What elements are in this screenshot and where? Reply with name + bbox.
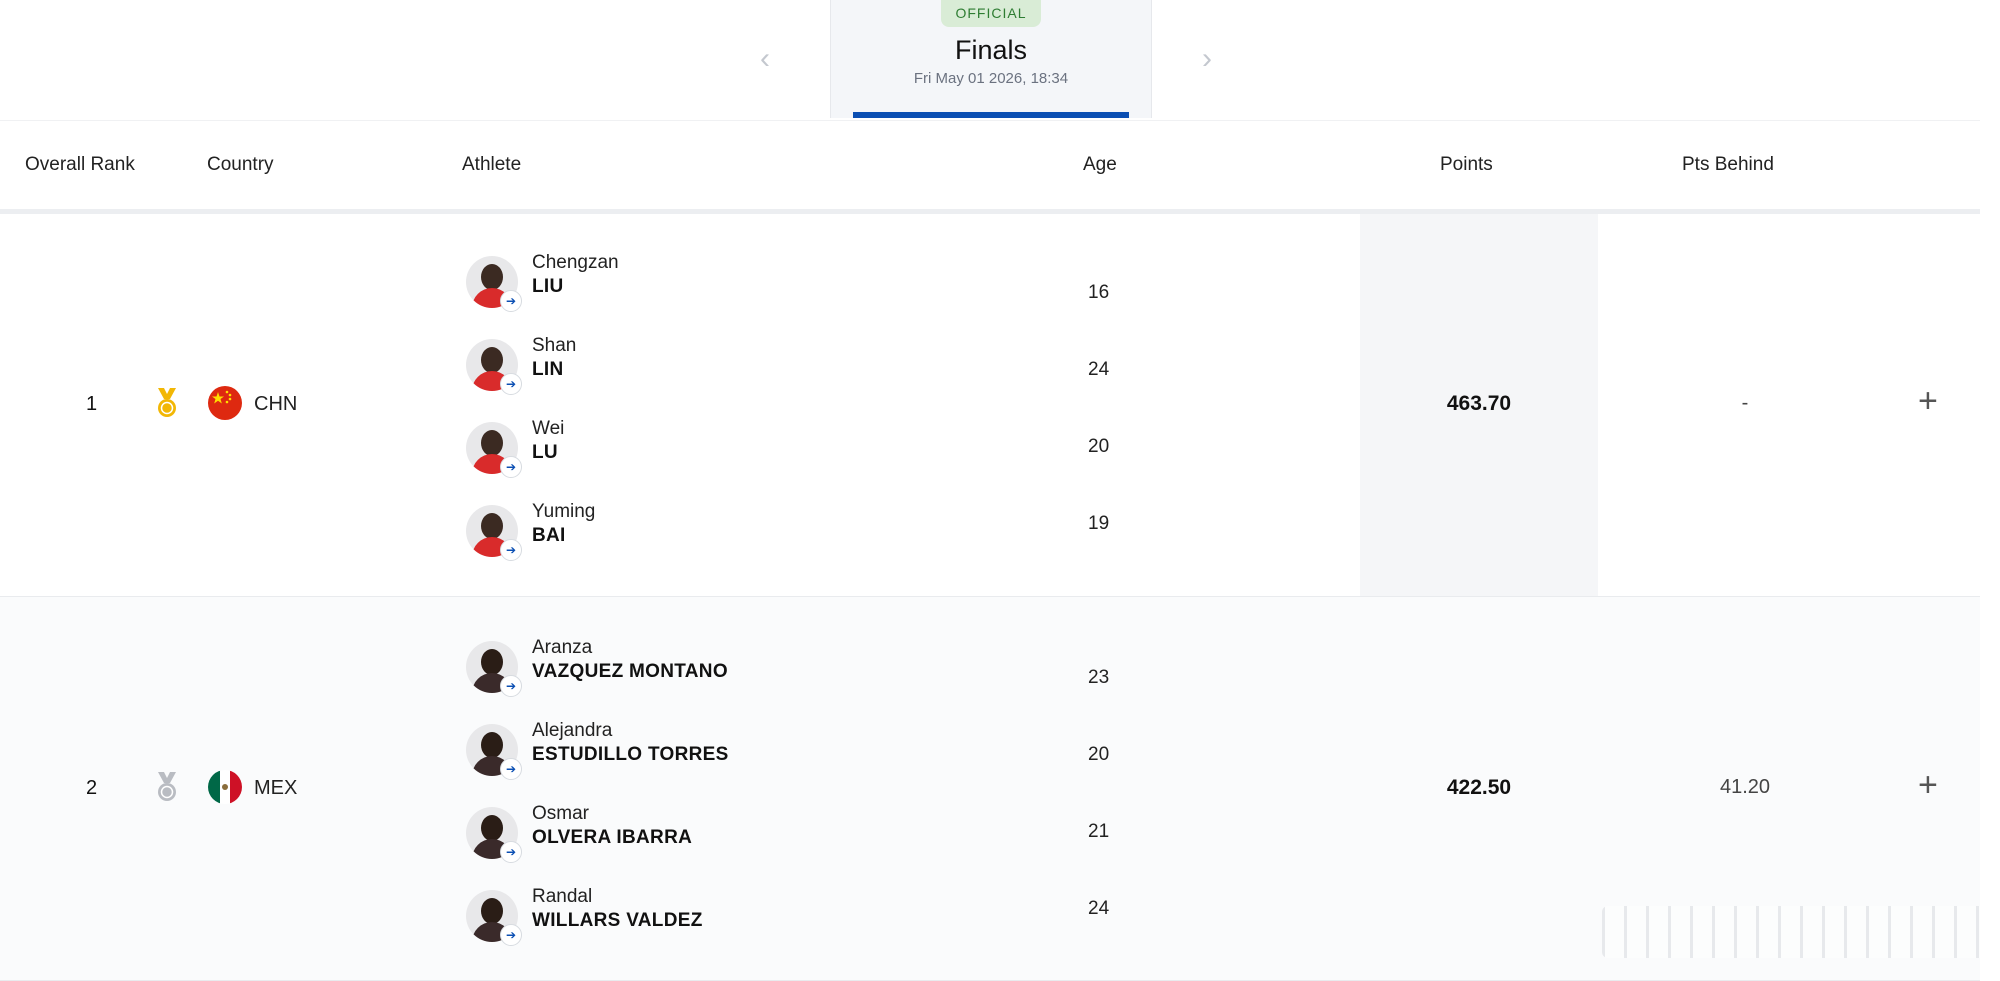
athlete-last-name: BAI	[532, 525, 566, 546]
arrow-right-icon: ➔	[500, 373, 522, 395]
athlete-age: 20	[1088, 744, 1110, 765]
athlete-first-name: Chengzan	[532, 252, 619, 273]
athlete-item[interactable]: ➔ Shan LIN	[466, 335, 1066, 395]
athlete-age: 19	[1088, 513, 1110, 534]
china-flag-icon	[208, 386, 242, 420]
athlete-age: 20	[1088, 436, 1110, 457]
athlete-last-name: ESTUDILLO TORRES	[532, 744, 729, 765]
active-tab-indicator	[853, 112, 1129, 118]
athlete-age: 23	[1088, 667, 1110, 688]
mexico-flag-icon	[208, 770, 242, 804]
athlete-age: 21	[1088, 821, 1110, 842]
athlete-age: 24	[1088, 359, 1110, 380]
overall-rank: 2	[86, 777, 98, 799]
overall-rank: 1	[86, 393, 98, 415]
column-header-overall-rank: Overall Rank	[25, 154, 135, 175]
athlete-first-name: Osmar	[532, 803, 589, 824]
athlete-last-name: LIU	[532, 276, 564, 297]
column-header-pts-behind: Pts Behind	[1682, 154, 1774, 175]
arrow-right-icon: ➔	[500, 290, 522, 312]
athlete-last-name: OLVERA IBARRA	[532, 827, 693, 848]
table-header: Overall Rank Country Athlete Age Points …	[0, 120, 1980, 215]
stage-selector: ‹ OFFICIAL Finals Fri May 01 2026, 18:34…	[0, 0, 2000, 120]
athlete-age: 16	[1088, 282, 1110, 303]
athlete-item[interactable]: ➔ Chengzan LIU	[466, 252, 1066, 312]
athlete-first-name: Alejandra	[532, 720, 613, 741]
points-value: 422.50	[1446, 776, 1512, 799]
points-value: 463.70	[1446, 392, 1512, 415]
athlete-last-name: WILLARS VALDEZ	[532, 910, 703, 931]
chevron-left-icon[interactable]: ‹	[760, 42, 770, 76]
arrow-right-icon: ➔	[500, 456, 522, 478]
arrow-right-icon: ➔	[500, 924, 522, 946]
expand-plus-icon[interactable]: +	[1918, 766, 1938, 805]
athlete-item[interactable]: ➔ Alejandra ESTUDILLO TORRES	[466, 720, 1066, 780]
athlete-first-name: Wei	[532, 418, 565, 439]
athlete-first-name: Yuming	[532, 501, 596, 522]
athlete-item[interactable]: ➔ Wei LU	[466, 418, 1066, 478]
table-row[interactable]: 1 CHN ➔ Chengzan LIU 16 ➔ Shan LIN 24 ➔ …	[0, 214, 1980, 597]
athlete-first-name: Randal	[532, 886, 593, 907]
stage-tab-finals[interactable]: OFFICIAL Finals Fri May 01 2026, 18:34	[830, 0, 1152, 118]
pts-behind-value: 41.20	[1719, 776, 1771, 798]
athlete-first-name: Shan	[532, 335, 577, 356]
arrow-right-icon: ➔	[500, 841, 522, 863]
column-header-points: Points	[1440, 154, 1493, 175]
arrow-right-icon: ➔	[500, 539, 522, 561]
athlete-item[interactable]: ➔ Aranza VAZQUEZ MONTANO	[466, 637, 1066, 697]
athlete-last-name: LIN	[532, 359, 564, 380]
column-header-country: Country	[207, 154, 274, 175]
country-code: CHN	[254, 393, 298, 415]
gold-medal-icon	[158, 388, 176, 417]
athlete-item[interactable]: ➔ Osmar OLVERA IBARRA	[466, 803, 1066, 863]
athlete-item[interactable]: ➔ Randal WILLARS VALDEZ	[466, 886, 1066, 946]
column-header-athlete: Athlete	[462, 154, 522, 175]
athlete-last-name: VAZQUEZ MONTANO	[532, 661, 728, 682]
stage-title: Finals	[954, 35, 1028, 65]
silver-medal-icon	[158, 772, 176, 801]
athlete-age: 24	[1088, 898, 1110, 919]
athlete-item[interactable]: ➔ Yuming BAI	[466, 501, 1066, 561]
country-code: MEX	[254, 777, 298, 799]
status-badge: OFFICIAL	[941, 0, 1041, 27]
arrow-right-icon: ➔	[500, 758, 522, 780]
chevron-right-icon[interactable]: ›	[1202, 42, 1212, 76]
column-header-age: Age	[1083, 154, 1117, 175]
arrow-right-icon: ➔	[500, 675, 522, 697]
expand-plus-icon[interactable]: +	[1918, 382, 1938, 421]
stage-date: Fri May 01 2026, 18:34	[913, 70, 1069, 87]
horizontal-scroll-indicator[interactable]	[1602, 906, 1992, 958]
pts-behind-value: -	[1741, 392, 1749, 414]
athlete-first-name: Aranza	[532, 637, 593, 658]
athlete-last-name: LU	[532, 442, 558, 463]
